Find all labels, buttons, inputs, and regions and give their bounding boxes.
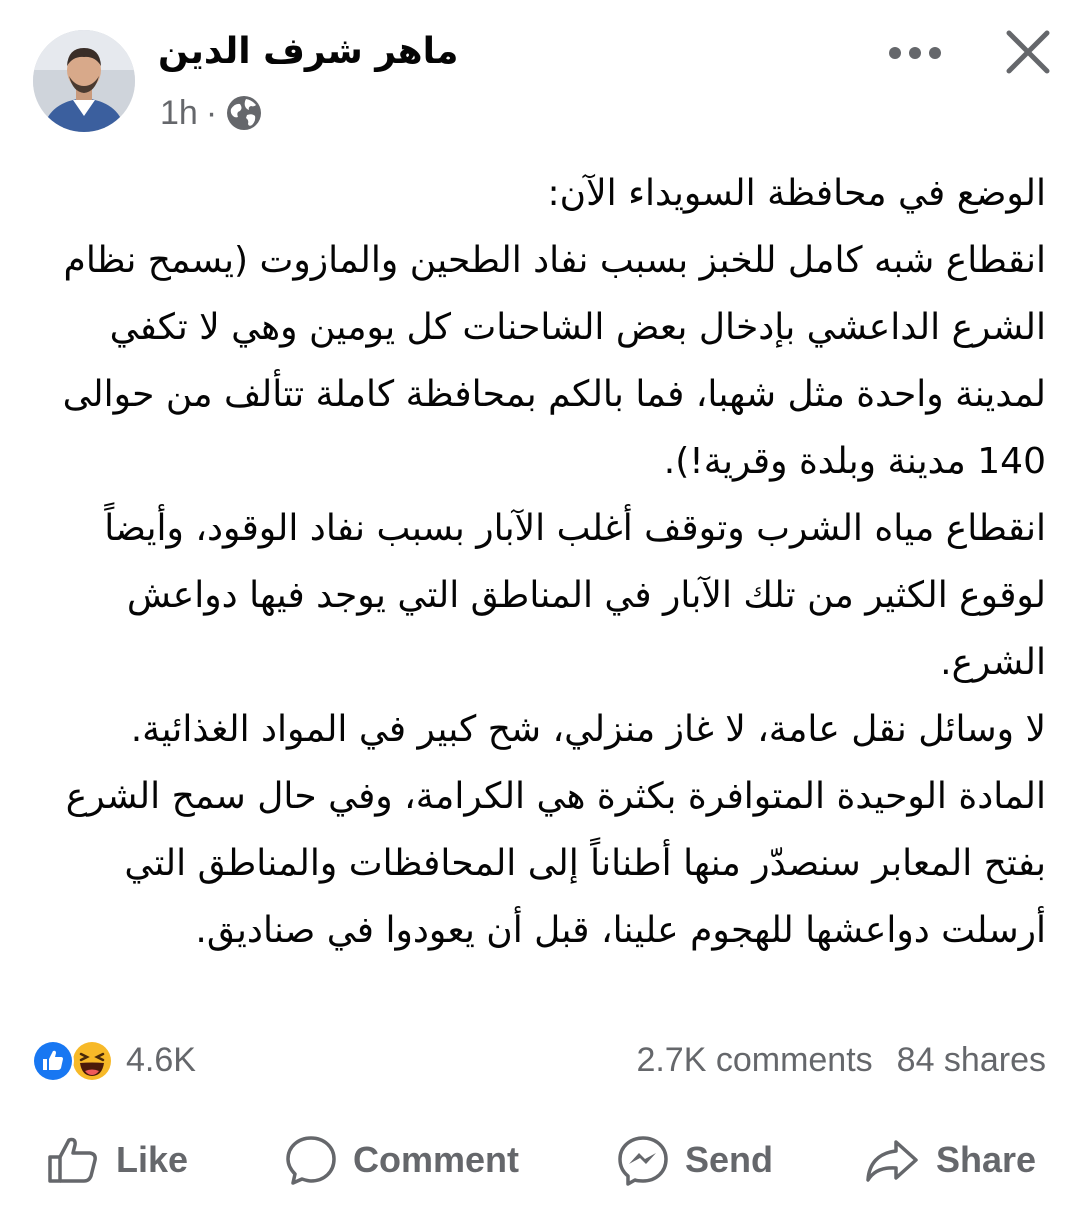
engagement-stats: 2.7K comments 84 shares: [636, 1040, 1046, 1080]
more-icon: [889, 47, 941, 59]
comment-label: Comment: [353, 1139, 520, 1180]
close-icon: [1006, 30, 1050, 74]
meta-separator: ·: [205, 93, 218, 132]
comments-count[interactable]: 2.7K comments: [636, 1040, 872, 1080]
post-paragraph: المادة الوحيدة المتوافرة بكثرة هي الكرام…: [65, 776, 1046, 951]
shares-count[interactable]: 84 shares: [897, 1040, 1046, 1080]
like-button[interactable]: Like: [46, 1131, 188, 1189]
post-paragraph: انقطاع مياه الشرب وتوقف أغلب الآبار بسبب…: [104, 508, 1046, 683]
post-paragraph: انقطاع شبه كامل للخبز بسبب نفاد الطحين و…: [62, 240, 1046, 482]
share-icon: [866, 1140, 918, 1182]
thumbs-up-icon: [48, 1137, 97, 1183]
like-icon: [32, 1040, 74, 1082]
like-label: Like: [116, 1139, 189, 1180]
post-body: الوضع في محافظة السويداء الآن: انقطاع شب…: [26, 160, 1046, 964]
messenger-icon: [618, 1136, 668, 1186]
comment-button[interactable]: Comment: [285, 1131, 519, 1189]
comment-icon: [286, 1136, 336, 1185]
post-actions: Like Comment Send Share: [0, 1125, 1080, 1195]
avatar[interactable]: [33, 30, 135, 132]
close-button[interactable]: [998, 22, 1058, 82]
send-button[interactable]: Send: [617, 1131, 773, 1189]
post-paragraph: لا وسائل نقل عامة، لا غاز منزلي، شح كبير…: [130, 709, 1046, 750]
timestamp[interactable]: 1h: [160, 94, 198, 133]
author-name[interactable]: ماهر شرف الدين: [158, 28, 458, 76]
send-label: Send: [685, 1139, 774, 1180]
post-meta: 1h ·: [160, 92, 263, 134]
more-options-button[interactable]: [880, 30, 950, 76]
reaction-icons[interactable]: [30, 1038, 120, 1084]
reactions-count[interactable]: 4.6K: [126, 1040, 196, 1080]
share-button[interactable]: Share: [864, 1131, 1036, 1189]
reactions-bar: 4.6K 2.7K comments 84 shares: [0, 1030, 1080, 1090]
post-header: ماهر شرف الدين 1h ·: [0, 0, 1080, 150]
globe-icon: [225, 94, 263, 132]
post-paragraph: الوضع في محافظة السويداء الآن:: [547, 173, 1046, 214]
haha-icon: [71, 1040, 113, 1082]
share-label: Share: [936, 1139, 1037, 1180]
